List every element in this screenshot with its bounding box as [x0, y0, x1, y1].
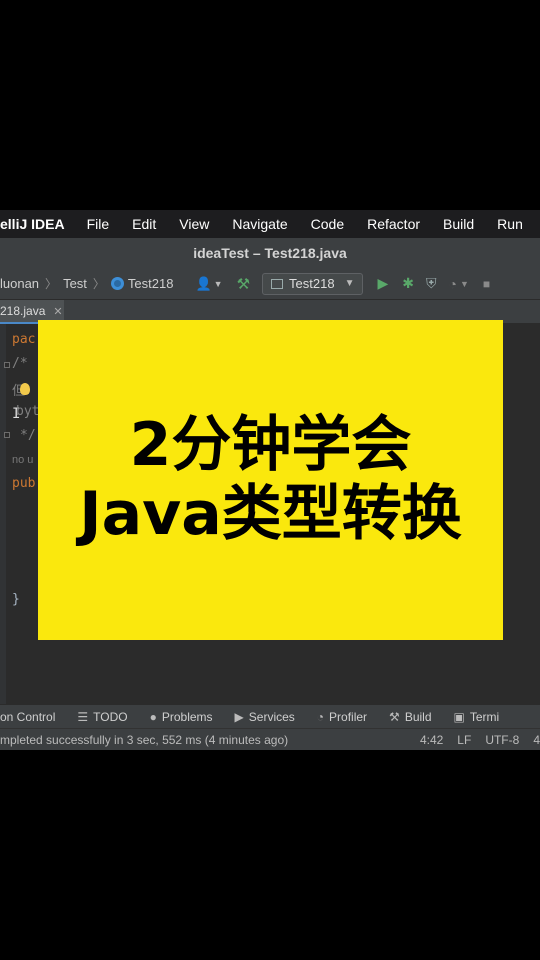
- menu-refactor[interactable]: Refactor: [367, 216, 420, 232]
- code-line-comment-end[interactable]: */: [20, 428, 36, 443]
- menu-edit[interactable]: Edit: [132, 216, 156, 232]
- hammer-icon: ⚒: [236, 275, 251, 293]
- chevron-right-icon: 〉: [92, 277, 105, 291]
- play-icon: ▶: [377, 275, 389, 291]
- run-configuration-label: Test218: [289, 276, 335, 291]
- tool-todo[interactable]: ☰ TODO: [77, 710, 127, 724]
- bug-icon: ✱: [402, 275, 414, 291]
- tool-services[interactable]: ▶ Services: [235, 710, 295, 724]
- code-line-byte[interactable]: byt: [16, 404, 39, 419]
- tool-label: Problems: [161, 709, 213, 724]
- lightbulb-icon[interactable]: [20, 383, 30, 395]
- tool-label: Build: [404, 709, 432, 724]
- editor-gutter: [0, 324, 6, 704]
- tool-problems[interactable]: ● Problems: [150, 710, 213, 724]
- app-menu[interactable]: elliJ IDEA: [0, 216, 65, 232]
- caret-down-icon: ▼: [213, 278, 223, 289]
- code-line-comment-start[interactable]: /*: [12, 356, 28, 371]
- user-icon: 👤: [195, 275, 212, 291]
- menu-bar: elliJ IDEA File Edit View Navigate Code …: [0, 210, 540, 238]
- tool-label: Services: [248, 709, 295, 724]
- status-message[interactable]: mpleted successfully in 3 sec, 552 ms (4…: [0, 733, 288, 747]
- tool-version-control[interactable]: on Control: [0, 710, 55, 724]
- profile-button[interactable]: ◔ ▼: [449, 274, 469, 294]
- breadcrumb-folder[interactable]: Test: [63, 276, 87, 291]
- tool-window-bar: on Control ☰ TODO ● Problems ▶ Services …: [0, 704, 540, 728]
- build-hammer-button[interactable]: ⚒: [237, 274, 250, 294]
- tab-label: 218.java: [0, 304, 46, 318]
- usage-hint: no u: [12, 454, 34, 466]
- stop-icon: ■: [482, 276, 491, 291]
- tool-label: Profiler: [329, 709, 368, 724]
- menu-view[interactable]: View: [179, 216, 209, 232]
- code-line-package[interactable]: pac: [12, 332, 35, 347]
- menu-code[interactable]: Code: [311, 216, 344, 232]
- warning-circle-icon: ●: [149, 709, 157, 724]
- debug-button[interactable]: ✱: [402, 274, 414, 294]
- tool-profiler[interactable]: ◔ Profiler: [317, 710, 367, 724]
- caret-down-icon: ▼: [344, 278, 355, 289]
- tool-label: on Control: [0, 709, 56, 724]
- run-button[interactable]: ▶: [377, 274, 388, 294]
- window-title: ideaTest – Test218.java: [193, 245, 347, 261]
- caret-down-icon: ▼: [459, 278, 469, 289]
- line-ending[interactable]: LF: [457, 733, 471, 747]
- profiler-icon: ◔: [316, 709, 325, 724]
- overlay-title-line-2: Java类型转换: [79, 479, 462, 549]
- file-encoding[interactable]: UTF-8: [485, 733, 519, 747]
- menu-file[interactable]: File: [87, 216, 110, 232]
- run-configuration-select[interactable]: Test218 ▼: [262, 272, 364, 295]
- fold-marker-icon[interactable]: [4, 432, 10, 438]
- terminal-icon: ▣: [453, 709, 465, 724]
- breadcrumb-project[interactable]: luonan: [0, 276, 39, 291]
- chevron-right-icon: 〉: [45, 277, 58, 291]
- close-icon[interactable]: ✕: [53, 305, 62, 318]
- overlay-title-line-1: 2分钟学会: [129, 410, 412, 480]
- title-overlay-card: 2分钟学会 Java类型转换: [38, 320, 503, 640]
- services-play-icon: ▶: [234, 709, 244, 724]
- menu-build[interactable]: Build: [443, 216, 474, 232]
- window-title-bar: ideaTest – Test218.java: [0, 238, 540, 268]
- hammer-icon: ⚒: [389, 709, 400, 724]
- stop-button[interactable]: ■: [483, 274, 490, 294]
- indent-setting[interactable]: 4: [533, 733, 540, 747]
- menu-navigate[interactable]: Navigate: [232, 216, 287, 232]
- java-class-icon: [110, 277, 124, 290]
- breadcrumb-class[interactable]: Test218: [128, 276, 174, 291]
- list-icon: ☰: [77, 709, 89, 724]
- tool-terminal[interactable]: ▣ Termi: [454, 710, 500, 724]
- caret-position[interactable]: 4:42: [420, 733, 443, 747]
- code-line-closing-brace[interactable]: }: [12, 592, 20, 607]
- profiler-icon: ◔: [448, 275, 457, 292]
- application-icon: [271, 278, 284, 289]
- menu-run[interactable]: Run: [497, 216, 523, 232]
- tool-build[interactable]: ⚒ Build: [389, 710, 431, 724]
- tool-label: Termi: [469, 709, 500, 724]
- shield-icon: ⛨: [426, 275, 437, 291]
- code-line-public[interactable]: pub: [12, 476, 35, 491]
- status-bar: mpleted successfully in 3 sec, 552 ms (4…: [0, 728, 540, 750]
- tool-label: TODO: [93, 709, 128, 724]
- user-account-button[interactable]: 👤 ▼: [195, 274, 222, 294]
- navigation-toolbar: luonan 〉 Test 〉 Test218 👤 ▼ ⚒ Test218 ▼ ▶…: [0, 268, 540, 300]
- coverage-button[interactable]: ⛨: [426, 274, 437, 294]
- fold-marker-icon[interactable]: [4, 362, 10, 368]
